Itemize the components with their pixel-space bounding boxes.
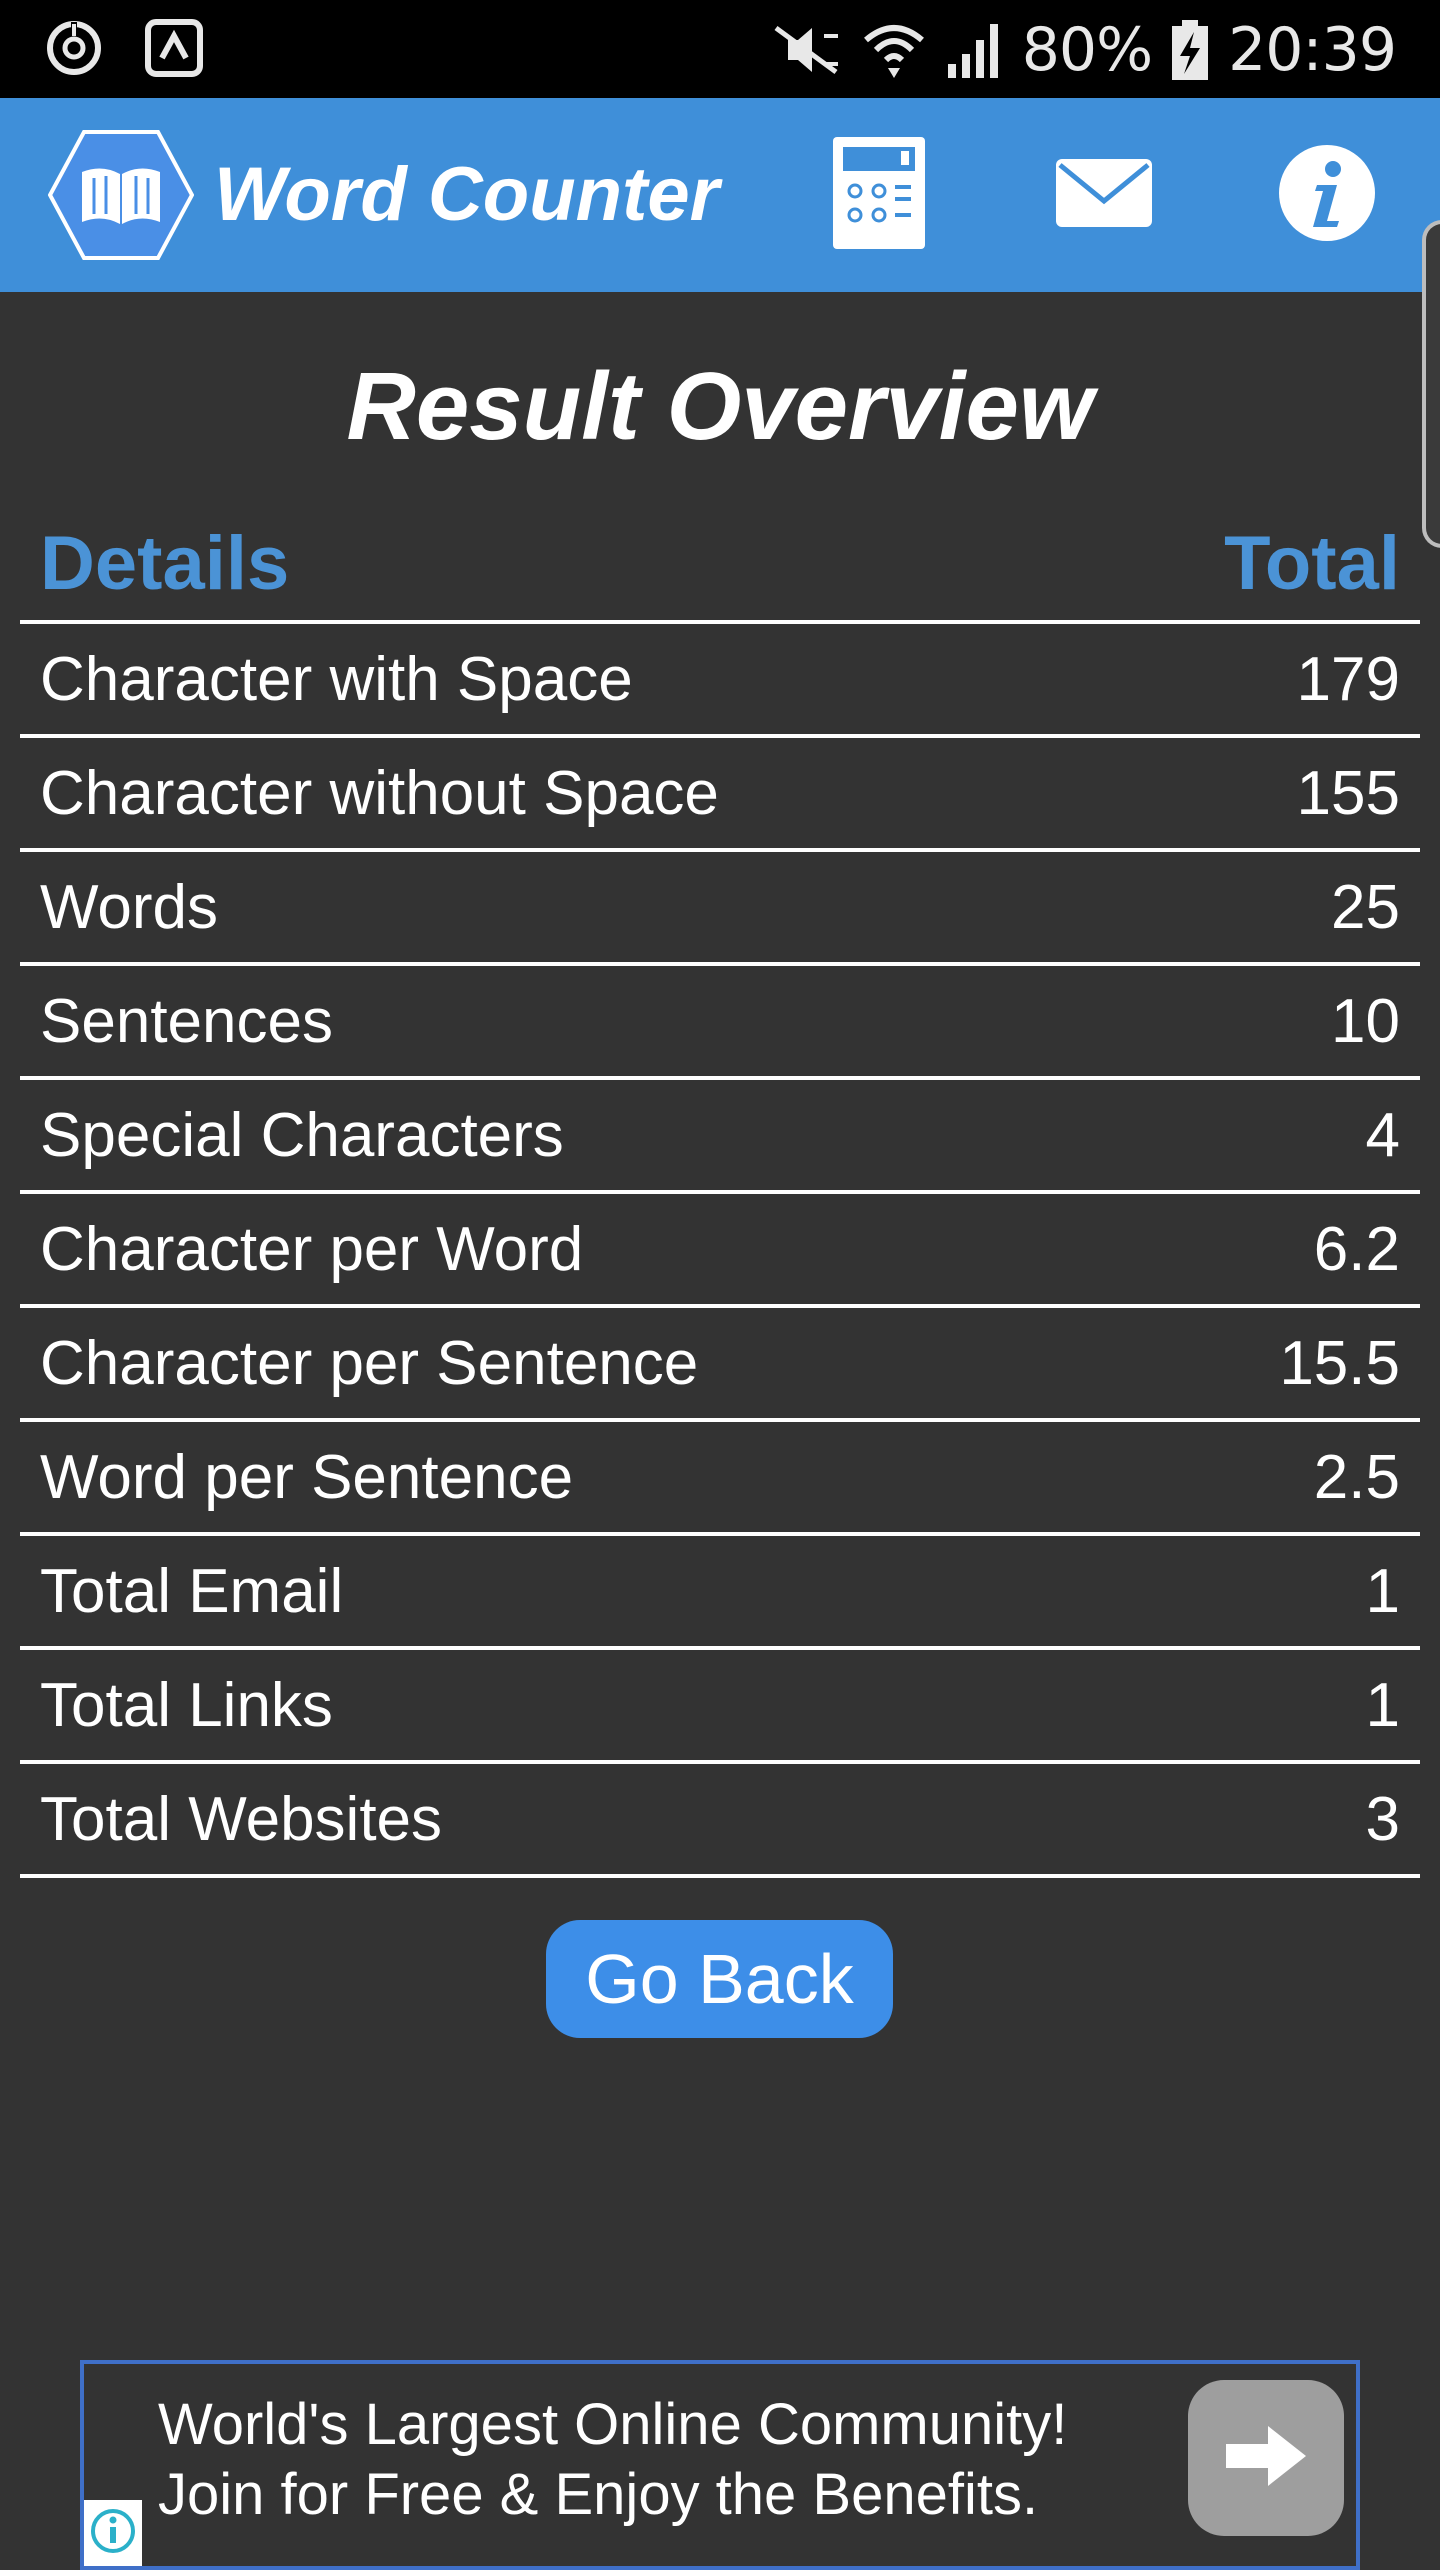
row-label: Character with Space [40, 644, 633, 714]
signal-icon [944, 20, 1004, 80]
header-total: Total [1224, 520, 1400, 606]
header-details: Details [40, 520, 290, 606]
table-row: Character with Space 179 [20, 624, 1420, 738]
results-table: Details Total Character with Space 179 C… [20, 506, 1420, 1878]
row-value: 4 [1365, 1100, 1400, 1170]
sync-icon [44, 18, 104, 78]
row-value: 1 [1365, 1670, 1400, 1740]
ad-banner[interactable]: World's Largest Online Community! Join f… [80, 2360, 1360, 2570]
battery-percent: 80% [1021, 15, 1153, 85]
app-title: Word Counter [214, 152, 720, 237]
row-value: 3 [1365, 1784, 1400, 1854]
info-icon [1277, 143, 1377, 248]
table-row: Total Email 1 [20, 1536, 1420, 1650]
ad-info-icon [89, 2507, 137, 2560]
row-label: Total Email [40, 1556, 344, 1626]
info-button[interactable] [1268, 136, 1386, 254]
music-app-icon [144, 18, 204, 78]
battery-charging-icon [1170, 18, 1210, 82]
row-value: 179 [1296, 644, 1400, 714]
table-row: Word per Sentence 2.5 [20, 1422, 1420, 1536]
calculator-button[interactable] [820, 136, 938, 254]
table-header: Details Total [20, 506, 1420, 624]
row-label: Character per Sentence [40, 1328, 699, 1398]
table-row: Character per Sentence 15.5 [20, 1308, 1420, 1422]
app-bar: Word Counter [0, 98, 1440, 292]
ad-info-button[interactable] [84, 2500, 142, 2566]
row-label: Special Characters [40, 1100, 564, 1170]
ad-text: World's Largest Online Community! Join f… [158, 2390, 1067, 2530]
ad-line-1: World's Largest Online Community! [158, 2392, 1068, 2457]
calculator-icon [831, 135, 927, 256]
table-row: Sentences 10 [20, 966, 1420, 1080]
row-label: Words [40, 872, 219, 942]
page-title: Result Overview [346, 353, 1094, 460]
table-row: Character per Word 6.2 [20, 1194, 1420, 1308]
table-row: Special Characters 4 [20, 1080, 1420, 1194]
row-label: Total Websites [40, 1784, 443, 1854]
row-value: 15.5 [1279, 1328, 1400, 1398]
table-row: Total Links 1 [20, 1650, 1420, 1764]
clock: 20:39 [1228, 15, 1397, 85]
table-row: Words 25 [20, 852, 1420, 966]
row-label: Total Links [40, 1670, 333, 1740]
arrow-right-icon [1224, 2424, 1308, 2493]
row-label: Character without Space [40, 758, 719, 828]
row-value: 1 [1365, 1556, 1400, 1626]
row-value: 25 [1331, 872, 1400, 942]
table-row: Character without Space 155 [20, 738, 1420, 852]
ad-open-button[interactable] [1188, 2380, 1344, 2536]
row-value: 6.2 [1313, 1214, 1400, 1284]
row-label: Sentences [40, 986, 333, 1056]
row-label: Word per Sentence [40, 1442, 574, 1512]
go-back-button[interactable]: Go Back [546, 1920, 893, 2038]
row-value: 155 [1296, 758, 1400, 828]
book-logo-icon [47, 128, 195, 262]
mail-icon [1054, 157, 1154, 234]
wifi-icon [862, 18, 926, 82]
row-label: Character per Word [40, 1214, 584, 1284]
mute-icon [768, 20, 844, 80]
status-bar: 80% 20:39 [0, 0, 1440, 98]
row-value: 2.5 [1313, 1442, 1400, 1512]
mail-button[interactable] [1045, 136, 1163, 254]
row-value: 10 [1331, 986, 1400, 1056]
ad-line-2: Join for Free & Enjoy the Benefits. [158, 2462, 1039, 2527]
table-row: Total Websites 3 [20, 1764, 1420, 1878]
